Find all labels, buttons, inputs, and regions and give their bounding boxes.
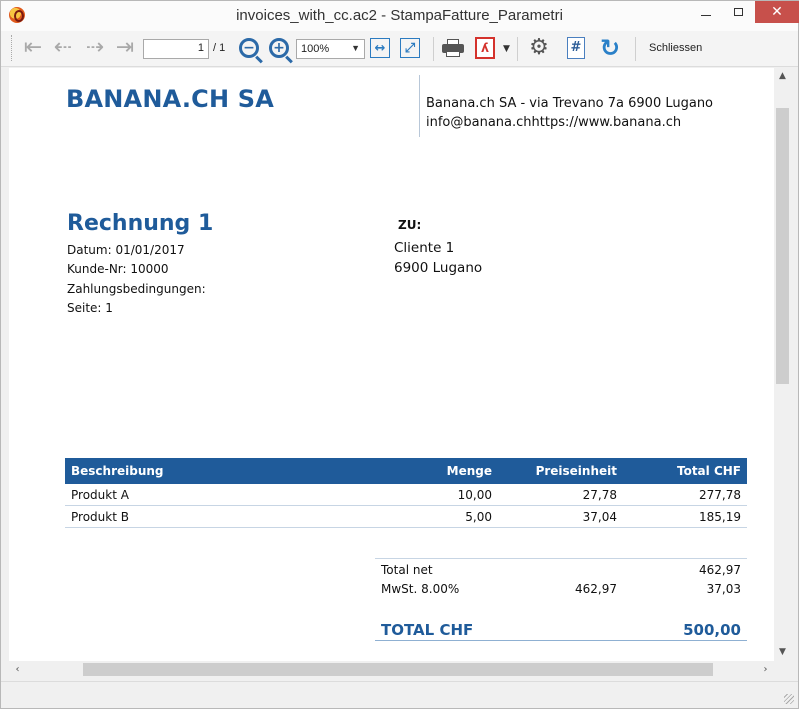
customer-city: 6900 Lugano (394, 260, 483, 276)
minimize-icon (701, 14, 711, 16)
payment-terms: Zahlungsbedingungen: (67, 282, 206, 296)
row-description: Produkt A (71, 488, 129, 502)
zoom-select[interactable]: 100% ▼ (296, 39, 365, 59)
scroll-left-icon[interactable]: ‹ (9, 661, 26, 678)
status-bar (1, 681, 798, 708)
fit-width-button[interactable]: ↔ (368, 36, 392, 60)
close-window-button[interactable]: ✕ (755, 1, 799, 23)
page-number: Seite: 1 (67, 301, 113, 315)
header-description: Beschreibung (71, 464, 164, 478)
previous-page-button[interactable]: ⇠ (51, 36, 75, 60)
customer-name: Cliente 1 (394, 240, 455, 256)
fit-page-icon: ⤢ (400, 38, 420, 58)
company-address: Banana.ch SA - via Trevano 7a 6900 Lugan… (426, 96, 714, 111)
close-icon: ✕ (771, 4, 783, 20)
address-divider (419, 75, 420, 137)
title-bar: invoices_with_cc.ac2 - StampaFatture_Par… (1, 1, 799, 31)
first-page-button[interactable]: ⇤ (21, 36, 45, 60)
page-number-input[interactable]: 1 (143, 39, 209, 59)
grand-total-label: TOTAL CHF (381, 621, 474, 639)
vat-row: MwSt. 8.00% 462,97 37,03 (375, 580, 747, 600)
header-quantity: Menge (446, 464, 492, 478)
zoom-value: 100% (301, 43, 330, 55)
next-page-button[interactable]: ⇢ (83, 36, 107, 60)
company-name: BANANA.CH SA (66, 85, 275, 113)
header-unit-price: Preiseinheit (535, 464, 617, 478)
maximize-button[interactable] (723, 1, 753, 23)
summary-divider (375, 558, 747, 559)
toolbar-grip[interactable] (11, 35, 14, 61)
horizontal-scrollbar[interactable]: ‹ › (9, 661, 774, 678)
header-total: Total CHF (676, 464, 741, 478)
fit-page-button[interactable]: ⤢ (398, 36, 422, 60)
toolbar-separator (635, 37, 636, 61)
invoice-date: Datum: 01/01/2017 (67, 243, 185, 257)
chevron-down-icon: ▼ (351, 43, 360, 53)
gear-icon: ⚙ (529, 35, 549, 60)
settings-button[interactable]: ⚙ (527, 36, 551, 60)
items-table-header: Beschreibung Menge Preiseinheit Total CH… (65, 458, 747, 484)
zoom-in-icon: + (269, 38, 293, 64)
refresh-button[interactable]: ↻ (598, 36, 622, 60)
print-button[interactable] (441, 36, 465, 60)
refresh-icon: ↻ (599, 34, 621, 62)
first-page-icon: ⇤ (23, 35, 43, 60)
company-contact: info@banana.chhttps://www.banana.ch (426, 115, 682, 130)
grand-total-row: TOTAL CHF 500,00 (375, 619, 747, 641)
resize-grip-icon[interactable] (784, 694, 794, 704)
row-quantity: 10,00 (457, 488, 492, 502)
maximize-icon (733, 8, 743, 16)
scroll-down-icon[interactable]: ▼ (774, 644, 791, 661)
export-dropdown-icon[interactable]: ▼ (503, 44, 510, 54)
vat-label: MwSt. 8.00% (381, 582, 460, 596)
invoice-title: Rechnung 1 (67, 211, 214, 236)
vat-base: 462,97 (575, 582, 617, 596)
vertical-scrollbar[interactable]: ▲ ▼ (774, 68, 791, 661)
row-unit-price: 27,78 (582, 488, 617, 502)
total-net-label: Total net (381, 563, 433, 577)
last-page-button[interactable]: ⇥ (113, 36, 137, 60)
row-description: Produkt B (71, 510, 129, 524)
print-preview-area[interactable]: BANANA.CH SA Banana.ch SA - via Trevano … (9, 68, 774, 661)
vat-value: 37,03 (706, 582, 741, 596)
row-total: 185,19 (699, 510, 741, 524)
minimize-button[interactable] (691, 1, 721, 23)
customer-number: Kunde-Nr: 10000 (67, 262, 169, 276)
zoom-out-icon: − (239, 38, 263, 64)
window-title: invoices_with_cc.ac2 - StampaFatture_Par… (236, 7, 563, 24)
total-net-value: 462,97 (699, 563, 741, 577)
page-total-label: / 1 (213, 42, 226, 54)
row-quantity: 5,00 (465, 510, 492, 524)
total-net-row: Total net 462,97 (375, 561, 747, 581)
arrow-right-icon: ⇢ (85, 35, 105, 60)
row-total: 277,78 (699, 488, 741, 502)
toolbar: ⇤ ⇠ ⇢ ⇥ 1 / 1 − + 100% ▼ ↔ ⤢ ʎ ▼ ⚙ # ↻ S… (1, 31, 798, 67)
export-pdf-button[interactable]: ʎ (473, 36, 497, 60)
app-window: invoices_with_cc.ac2 - StampaFatture_Par… (0, 0, 799, 709)
zoom-out-button[interactable]: − (237, 36, 263, 64)
zoom-in-button[interactable]: + (267, 36, 293, 64)
grand-total-value: 500,00 (683, 621, 741, 639)
scroll-right-icon[interactable]: › (757, 661, 774, 678)
horizontal-scroll-thumb[interactable] (83, 663, 713, 676)
table-row: Produkt B 5,00 37,04 185,19 (65, 506, 747, 528)
page-numbering-button[interactable]: # (564, 36, 588, 60)
toolbar-separator (433, 37, 434, 61)
vertical-scroll-thumb[interactable] (776, 108, 789, 384)
arrow-left-icon: ⇠ (53, 35, 73, 60)
recipient-label: ZU: (398, 218, 422, 232)
invoice-page: BANANA.CH SA Banana.ch SA - via Trevano … (9, 68, 774, 661)
printer-icon (442, 39, 464, 57)
row-unit-price: 37,04 (582, 510, 617, 524)
last-page-icon: ⇥ (115, 35, 135, 60)
scroll-up-icon[interactable]: ▲ (774, 68, 791, 85)
table-row: Produkt A 10,00 27,78 277,78 (65, 484, 747, 506)
toolbar-separator (517, 37, 518, 61)
fit-width-icon: ↔ (370, 38, 390, 58)
close-preview-button[interactable]: Schliessen (649, 42, 702, 54)
pdf-icon: ʎ (475, 37, 495, 59)
hash-icon: # (567, 37, 585, 59)
